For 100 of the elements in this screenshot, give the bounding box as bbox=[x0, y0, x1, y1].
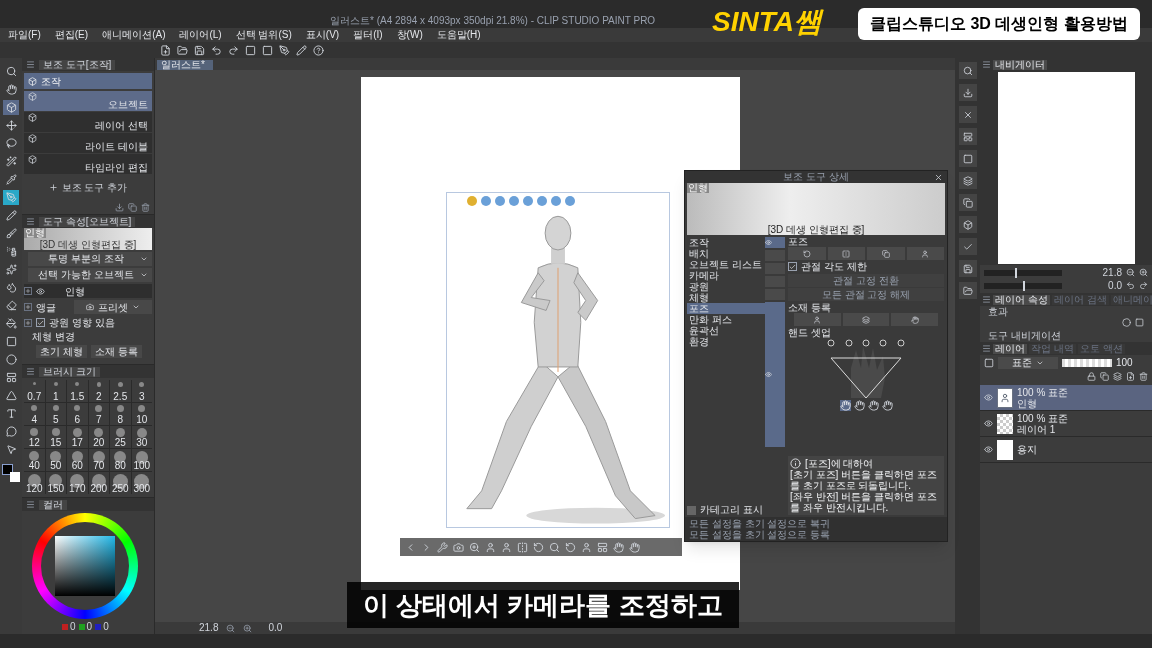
section-label: 체형 변경 bbox=[32, 331, 76, 343]
menu-item[interactable]: 창(W) bbox=[396, 30, 423, 40]
channel-value: 0 bbox=[70, 622, 76, 632]
panel-button[interactable]: 관절 고정 전환 bbox=[788, 274, 944, 287]
panel-tab[interactable]: 레이어 속성 bbox=[993, 294, 1050, 305]
brush-size-cell[interactable]: 6 bbox=[67, 403, 88, 425]
brush-size-cell[interactable]: 60 bbox=[67, 449, 88, 471]
layer-name: 레이어 1 bbox=[1017, 423, 1056, 435]
brush-size-cell[interactable]: 2 bbox=[88, 380, 109, 402]
menu-item[interactable]: 도움말(H) bbox=[436, 30, 481, 40]
brush-size-cell[interactable]: 4 bbox=[24, 403, 45, 425]
layer-info: 100 % 표준 bbox=[1017, 386, 1069, 398]
brush-size-cell[interactable]: 30 bbox=[131, 426, 152, 448]
reset-button[interactable]: 모든 설정을 초기 설정으로 복귀 bbox=[689, 518, 943, 529]
panel-tab[interactable]: 레이어 bbox=[993, 343, 1027, 354]
sub-tool-item[interactable]: 라이트 테이블 bbox=[24, 133, 152, 153]
brush-size-cell[interactable]: 300 bbox=[131, 472, 152, 494]
brush-size-cell[interactable]: 5 bbox=[45, 403, 66, 425]
object-name: 인형 bbox=[65, 284, 85, 299]
brush-size-cell[interactable]: 50 bbox=[45, 449, 66, 471]
panel-tab[interactable]: 컬러 bbox=[39, 499, 67, 510]
layer-name: 인형 bbox=[1017, 397, 1038, 409]
brush-size-cell[interactable]: 100 bbox=[131, 449, 152, 471]
category-item[interactable]: 윤곽선 bbox=[687, 325, 765, 336]
brush-size-cell[interactable]: 17 bbox=[67, 426, 88, 448]
panel-button[interactable]: 초기 체형 bbox=[36, 345, 87, 358]
dropdown[interactable]: 선택 가능한 오브젝트 bbox=[28, 268, 152, 282]
panel-title: 보조 도구 상세 bbox=[783, 172, 849, 182]
brush-size-cell[interactable]: 200 bbox=[88, 472, 109, 494]
brush-size-cell[interactable]: 1.5 bbox=[67, 380, 88, 402]
category-item[interactable]: 환경 bbox=[687, 336, 765, 347]
brush-size-cell[interactable]: 0.7 bbox=[24, 380, 45, 402]
sub-tool-item[interactable]: 오브젝트 bbox=[24, 91, 152, 111]
brush-size-cell[interactable]: 7 bbox=[88, 403, 109, 425]
brush-size-cell[interactable]: 120 bbox=[24, 472, 45, 494]
brush-size-cell[interactable]: 70 bbox=[88, 449, 109, 471]
panel-tab[interactable]: 보조 도구[조작] bbox=[39, 59, 116, 70]
layer-row[interactable]: 100 % 표준 레이어 1 bbox=[980, 411, 1152, 437]
category-item[interactable]: 포즈 bbox=[687, 303, 765, 314]
sub-tool-item[interactable]: 레이어 선택 bbox=[24, 112, 152, 132]
preview-banner: 인형 [3D 데생 인형편집 중] bbox=[24, 228, 152, 250]
channel-value: 0 bbox=[103, 622, 109, 632]
category-item[interactable]: 광원 bbox=[687, 281, 765, 292]
menu-item[interactable]: 선택 범위(S) bbox=[235, 30, 292, 40]
opacity-value: 100 bbox=[1116, 357, 1133, 368]
dropdown[interactable]: 프리셋 bbox=[74, 300, 152, 314]
brush-size-cell[interactable]: 1 bbox=[45, 380, 66, 402]
add-sub-tool-button[interactable]: 보조 도구 추가 bbox=[48, 180, 128, 195]
menu-item[interactable]: 필터(I) bbox=[353, 30, 383, 40]
rotation-value: 0.0 bbox=[1108, 280, 1122, 291]
document-tab[interactable]: 일러스트* bbox=[157, 60, 213, 70]
tool-group-tab[interactable]: 조작 bbox=[24, 73, 152, 89]
layer-row[interactable]: 용지 bbox=[980, 437, 1152, 463]
menu-item[interactable]: 표시(V) bbox=[305, 30, 340, 40]
brush-size-cell[interactable]: 150 bbox=[45, 472, 66, 494]
dropdown[interactable]: 투명 부분의 조작 bbox=[28, 252, 152, 266]
reset-button[interactable]: 모든 설정을 초기 설정으로 등록 bbox=[689, 529, 943, 540]
panel-button[interactable]: 모든 관절 고정 해제 bbox=[788, 288, 944, 301]
layer-row[interactable]: 100 % 표준 인형 bbox=[980, 385, 1152, 411]
brush-size-cell[interactable]: 8 bbox=[110, 403, 131, 425]
checkbox-label: 관절 각도 제한 bbox=[801, 261, 867, 272]
zoom-value: 21.8 bbox=[1102, 267, 1122, 278]
channel-value: 0 bbox=[86, 622, 93, 632]
category-item[interactable]: 체형 bbox=[687, 292, 765, 303]
setting-label: 앵글 bbox=[36, 300, 56, 315]
sub-tool-item[interactable]: 타임라인 편집 bbox=[24, 154, 152, 174]
subtitle: 이 상태에서 카메라를 조정하고 bbox=[347, 582, 739, 628]
category-item[interactable]: 조작 bbox=[687, 237, 765, 248]
brush-size-cell[interactable]: 40 bbox=[24, 449, 45, 471]
category-item[interactable]: 배치 bbox=[687, 248, 765, 259]
info-title: [포즈]에 대하여 bbox=[805, 458, 874, 469]
brush-size-cell[interactable]: 170 bbox=[67, 472, 88, 494]
brush-size-cell[interactable]: 10 bbox=[131, 403, 152, 425]
brush-size-cell[interactable]: 15 bbox=[45, 426, 66, 448]
panel-tab[interactable]: 내비게이터 bbox=[993, 59, 1047, 70]
category-item[interactable]: 카메라 bbox=[687, 270, 765, 281]
brush-size-cell[interactable]: 80 bbox=[110, 449, 131, 471]
brush-size-cell[interactable]: 12 bbox=[24, 426, 45, 448]
menu-item[interactable]: 파일(F) bbox=[8, 30, 41, 40]
info-text: [좌우 반전] 버튼을 클릭하면 포즈를 좌우 반전시킵니다. bbox=[790, 491, 938, 513]
category-item[interactable]: 만화 퍼스 bbox=[687, 314, 765, 325]
blend-mode-dropdown[interactable]: 표준 bbox=[998, 356, 1058, 369]
section-label: 효과 bbox=[987, 306, 1009, 318]
window-title: 일러스트* (A4 2894 x 4093px 350dpi 21.8%) - CLIP STUDIO PAINT PRO bbox=[330, 14, 656, 28]
rotation-value: 0.0 bbox=[268, 623, 283, 633]
info-text: [초기 포즈] 버튼을 클릭하면 포즈를 초기 포즈로 되돌립니다. bbox=[790, 469, 938, 491]
zoom-value: 21.8 bbox=[199, 623, 219, 633]
menu-item[interactable]: 편집(E) bbox=[54, 30, 89, 40]
checkbox-label: 광원 영향 있음 bbox=[49, 316, 115, 330]
logo: SINTA쌤 bbox=[712, 6, 822, 38]
brush-size-cell[interactable]: 20 bbox=[88, 426, 109, 448]
brush-size-cell[interactable]: 2.5 bbox=[110, 380, 131, 402]
brush-size-cell[interactable]: 25 bbox=[110, 426, 131, 448]
brush-size-cell[interactable]: 3 bbox=[131, 380, 152, 402]
menu-item[interactable]: 레이어(L) bbox=[179, 30, 222, 40]
panel-button[interactable]: 소재 등록 bbox=[90, 345, 142, 358]
panel-tab[interactable]: 브러시 크기 bbox=[39, 366, 100, 377]
menu-item[interactable]: 애니메이션(A) bbox=[102, 30, 166, 40]
category-item[interactable]: 오브젝트 리스트 bbox=[687, 259, 765, 270]
panel-tab[interactable]: 도구 속성[오브젝트] bbox=[39, 216, 136, 227]
